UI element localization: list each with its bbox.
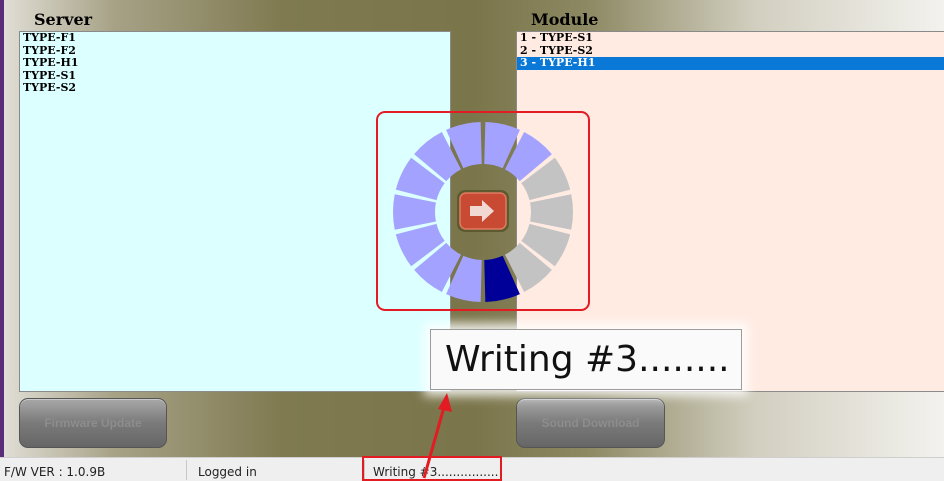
- arrow-head-icon: [438, 393, 452, 412]
- arrow-line: [422, 399, 448, 479]
- app-window: Server Module TYPE-F1 TYPE-F2 TYPE-H1 TY…: [0, 0, 944, 481]
- annotation-arrow: [422, 393, 452, 479]
